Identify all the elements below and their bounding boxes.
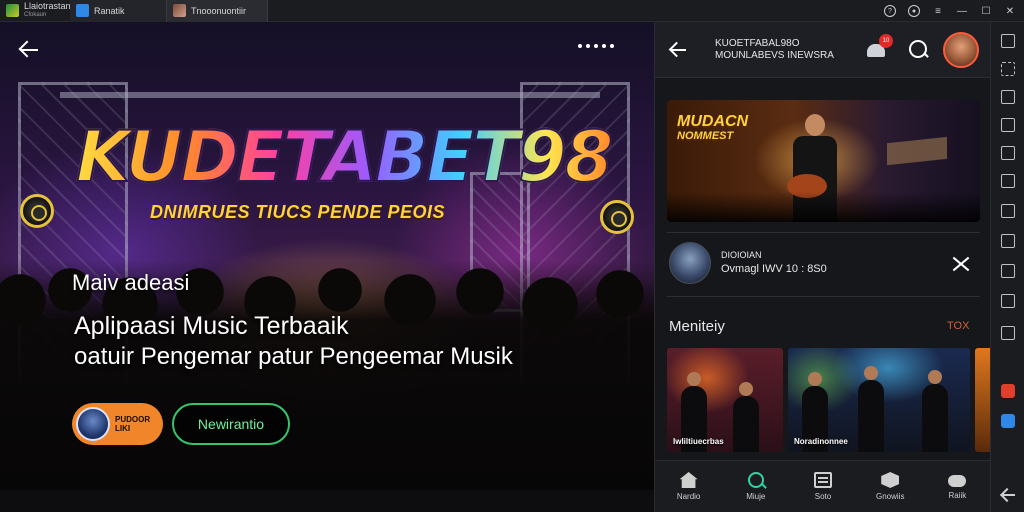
banner-crowd bbox=[667, 192, 980, 222]
panel-header: KUOETFABAL98O MOUNLABEVS INEWSRA 10 bbox=[655, 22, 990, 78]
hero-subline: oatuir Pengemar patur Pengeemar Musik bbox=[74, 343, 513, 370]
photo-app-icon bbox=[173, 4, 186, 17]
stage-light-icon bbox=[600, 200, 634, 234]
divider bbox=[667, 296, 980, 297]
featured-banner[interactable]: MUDACN NOMMEST bbox=[667, 100, 980, 222]
settings-icon[interactable]: ● bbox=[908, 5, 920, 17]
music-card[interactable]: Iwliltiuecrbas bbox=[667, 348, 783, 452]
dismiss-icon[interactable] bbox=[949, 255, 973, 273]
hero-banner: KUDETABET98 DNIMRUES TIUCS PENDE PEOIS M… bbox=[0, 22, 654, 490]
logo-tagline: DNIMRUES TIUCS PENDE PEOIS bbox=[150, 202, 446, 222]
nav-label: Raiik bbox=[948, 491, 967, 500]
screenshot-icon[interactable] bbox=[1001, 62, 1015, 76]
card-label: Iwliltiuecrbas bbox=[673, 437, 724, 446]
music-card[interactable] bbox=[975, 348, 990, 452]
tab-label: Tnooonuontiir bbox=[191, 5, 247, 16]
help-icon[interactable]: ? bbox=[884, 5, 896, 17]
banner-title-line1: MUDACN bbox=[677, 113, 749, 130]
panel-title-line2: MOUNLABEVS INEWSRA bbox=[715, 50, 834, 61]
rotate-icon[interactable] bbox=[1001, 118, 1015, 132]
tab-active[interactable]: Tnooonuontiir bbox=[166, 0, 268, 22]
sync-icon[interactable] bbox=[1001, 326, 1015, 340]
stage-light-icon bbox=[20, 194, 54, 228]
divider bbox=[667, 232, 980, 233]
notification-badge: 10 bbox=[879, 34, 893, 48]
record-icon[interactable] bbox=[1001, 146, 1015, 160]
now-playing-row[interactable]: DIOIOIAN Ovmagl IWV 10 : 8S0 bbox=[667, 242, 980, 292]
banner-title: MUDACN NOMMEST bbox=[677, 114, 748, 144]
artist-avatar bbox=[669, 242, 711, 284]
tab-label: Llaiotrastanr bbox=[24, 0, 74, 11]
nav-label: Gnowiis bbox=[875, 492, 905, 501]
profile-avatar[interactable] bbox=[943, 32, 979, 68]
gamepad-icon bbox=[948, 475, 967, 487]
search-icon[interactable] bbox=[909, 40, 927, 58]
media-icon[interactable] bbox=[1001, 234, 1015, 248]
app-panel: KUOETFABAL98O MOUNLABEVS INEWSRA 10 MUDA… bbox=[654, 22, 990, 512]
badge-icon bbox=[881, 472, 900, 488]
avatar bbox=[76, 407, 110, 441]
brand-logo: KUDETABET98 bbox=[75, 116, 614, 198]
banner-title-line2: NOMMEST bbox=[677, 130, 734, 142]
hero-headline: Aplipaasi Music Terbaaik bbox=[74, 312, 349, 340]
notifications-button[interactable]: 10 bbox=[867, 34, 893, 58]
close-icon[interactable]: ✕ bbox=[1004, 5, 1016, 17]
song-title: DIOIOIAN bbox=[721, 250, 762, 260]
record-screen-icon[interactable] bbox=[1001, 384, 1015, 398]
back-arrow-icon[interactable] bbox=[1000, 488, 1016, 502]
nav-label: Miuje bbox=[746, 492, 766, 501]
nav-item-library[interactable]: Soto bbox=[789, 461, 856, 512]
folder-icon[interactable] bbox=[1001, 264, 1015, 278]
emulator-toolbar bbox=[990, 22, 1024, 512]
nav-label: Soto bbox=[814, 492, 832, 501]
hero-kicker: Maiv adeasi bbox=[72, 270, 190, 295]
window-controls: ? ● ≡ — ☐ ✕ bbox=[884, 0, 1016, 22]
nav-item-search[interactable]: Miuje bbox=[722, 461, 789, 512]
app-icon bbox=[6, 4, 19, 17]
stage-sign bbox=[887, 136, 947, 166]
back-arrow-icon[interactable] bbox=[667, 38, 691, 62]
shake-icon[interactable] bbox=[1001, 204, 1015, 218]
search-icon bbox=[747, 472, 764, 488]
artist-figure bbox=[858, 366, 884, 452]
section-title: Meniteiy bbox=[669, 318, 725, 335]
more-options-icon[interactable] bbox=[578, 44, 614, 48]
tab-sublabel: Cfokaun bbox=[24, 11, 47, 18]
library-icon bbox=[814, 472, 832, 488]
primary-cta-button[interactable]: PUDOOR LIKI bbox=[72, 403, 163, 445]
home-icon bbox=[679, 472, 698, 488]
tab-label: Ranatik bbox=[94, 5, 125, 16]
blue-app-icon bbox=[76, 4, 89, 17]
keyboard-icon[interactable] bbox=[1001, 34, 1015, 48]
location-icon[interactable] bbox=[1001, 174, 1015, 188]
bottom-navigation: Nardio Miuje Soto Gnowiis Raiik bbox=[655, 460, 990, 512]
panel-title-line1: KUOETFABAL98O bbox=[715, 38, 800, 49]
menu-icon[interactable]: ≡ bbox=[932, 5, 944, 17]
stage-beam bbox=[60, 92, 600, 98]
tab-ranatik[interactable]: Ranatik bbox=[70, 0, 166, 22]
nav-item-badges[interactable]: Gnowiis bbox=[857, 461, 924, 512]
window-titlebar: Llaiotrastanr Cfokaun Ranatik Tnooonuont… bbox=[0, 0, 1024, 22]
artist-figure bbox=[733, 382, 759, 452]
tab-app[interactable]: Llaiotrastanr Cfokaun bbox=[0, 0, 74, 22]
back-arrow-icon[interactable] bbox=[16, 36, 44, 64]
panel-title: KUOETFABAL98O MOUNLABEVS INEWSRA bbox=[715, 38, 834, 62]
store-icon[interactable] bbox=[1001, 414, 1015, 428]
artist-figure bbox=[922, 370, 948, 452]
volume-icon[interactable] bbox=[1001, 90, 1015, 104]
macro-icon[interactable] bbox=[1001, 294, 1015, 308]
maximize-icon[interactable]: ☐ bbox=[980, 5, 992, 17]
music-card[interactable]: Noradinonnee bbox=[788, 348, 970, 452]
see-all-link[interactable]: TOX bbox=[947, 320, 969, 332]
card-carousel: Iwliltiuecrbas Noradinonnee bbox=[667, 348, 990, 452]
nav-item-home[interactable]: Nardio bbox=[655, 461, 722, 512]
nav-item-games[interactable]: Raiik bbox=[924, 461, 990, 512]
nav-label: Nardio bbox=[676, 492, 701, 501]
song-meta: Ovmagl IWV 10 : 8S0 bbox=[721, 263, 827, 275]
primary-cta-label: PUDOOR LIKI bbox=[115, 415, 151, 433]
minimize-icon[interactable]: — bbox=[956, 5, 968, 17]
secondary-cta-button[interactable]: Newirantio bbox=[172, 403, 290, 445]
card-label: Noradinonnee bbox=[794, 437, 848, 446]
